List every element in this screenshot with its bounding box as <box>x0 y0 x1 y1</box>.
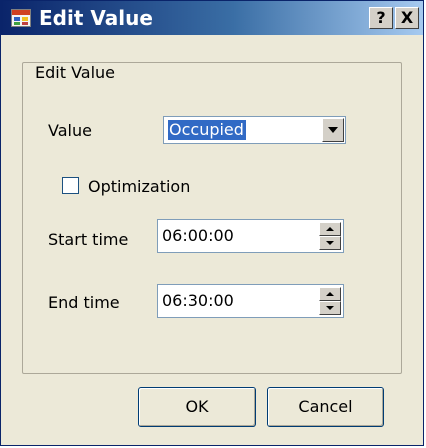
spin-down-icon <box>326 241 334 245</box>
start-time-spinner[interactable]: 06:00:00 <box>157 219 344 253</box>
spin-down-icon <box>326 306 334 310</box>
optimization-label[interactable]: Optimization <box>88 177 190 196</box>
chevron-down-icon <box>328 127 338 133</box>
cancel-button[interactable]: Cancel <box>267 387 384 427</box>
start-time-spin-buttons <box>319 222 341 250</box>
start-time-label: Start time <box>48 230 129 249</box>
help-button[interactable]: ? <box>369 7 393 29</box>
edit-value-group <box>22 62 402 374</box>
start-time-down-button[interactable] <box>319 236 341 250</box>
end-time-label: End time <box>48 293 120 312</box>
close-button[interactable]: X <box>395 7 419 29</box>
end-time-spin-buttons <box>319 287 341 315</box>
end-time-down-button[interactable] <box>319 301 341 315</box>
value-selected: Occupied <box>168 120 246 140</box>
dropdown-button[interactable] <box>322 118 344 142</box>
start-time-up-button[interactable] <box>319 222 341 236</box>
end-time-spinner[interactable]: 06:30:00 <box>157 284 344 318</box>
group-title: Edit Value <box>32 63 119 82</box>
app-window-icon <box>11 9 31 27</box>
title-bar[interactable]: Edit Value ? X <box>1 1 423 35</box>
spin-up-icon <box>326 227 334 231</box>
value-dropdown[interactable]: Occupied <box>163 116 346 144</box>
optimization-checkbox[interactable] <box>62 177 79 194</box>
spin-up-icon <box>326 292 334 296</box>
ok-button[interactable]: OK <box>138 387 256 427</box>
value-label: Value <box>48 121 92 140</box>
end-time-value[interactable]: 06:30:00 <box>162 291 234 310</box>
start-time-value[interactable]: 06:00:00 <box>162 226 234 245</box>
window-title: Edit Value <box>39 6 153 30</box>
end-time-up-button[interactable] <box>319 287 341 301</box>
